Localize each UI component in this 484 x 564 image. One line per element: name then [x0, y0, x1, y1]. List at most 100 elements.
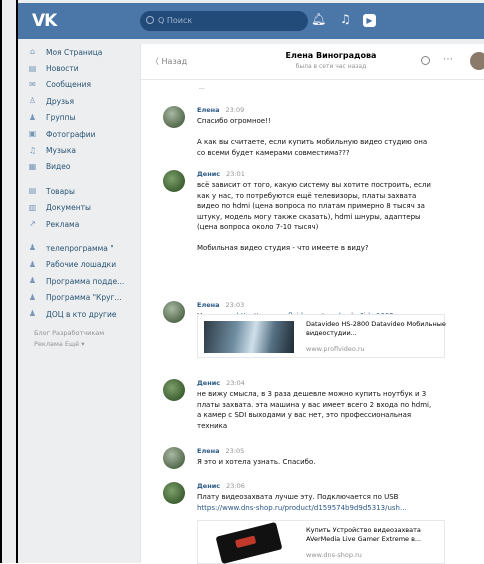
sidebar-item[interactable]: ▦ Видео [28, 159, 153, 175]
message-meta: Денис 23:01 [197, 170, 245, 178]
sidebar-item-label: Документы [46, 203, 91, 213]
avatar[interactable] [163, 106, 185, 128]
previous-message-snippet: ... [199, 84, 205, 91]
search-icon[interactable] [421, 56, 430, 65]
message-time: 23:04 [226, 379, 245, 387]
preview-image[interactable] [204, 321, 294, 353]
message-text: Я это и хотела узнать. Спасибо. [197, 457, 481, 468]
sidebar-item[interactable]: ✉ Сообщения [28, 77, 153, 93]
sidebar-item-label: Программа "Круг... [46, 293, 122, 303]
sidebar-item-label: Музыка [46, 146, 76, 156]
footer-links[interactable]: Блог Разработчикам [34, 328, 153, 339]
message-line: как у нас, то потребуются ещё телевизоры… [197, 191, 417, 200]
sidebar-item-icon: ♫ [28, 145, 37, 155]
sidebar-item[interactable]: ♟ Рабочие лошадки [28, 257, 153, 273]
sidebar-item[interactable]: ▤ Новости [28, 60, 153, 76]
bell-icon[interactable]: 🔔︎ [311, 12, 326, 26]
sidebar-item[interactable]: ♙ Друзья [28, 93, 153, 109]
footer-links[interactable]: Реклама Ещё ▾ [34, 339, 153, 350]
preview-title[interactable]: Datavideo HS-2800 Datavideo Мобильные ви… [306, 320, 446, 338]
sidebar-item[interactable]: ♟ Программа подде... [28, 273, 153, 289]
sidebar-item-label: Видео [46, 162, 71, 172]
search-input[interactable]: Q Поиск [140, 11, 308, 31]
sidebar-item-icon: ♙ [28, 96, 37, 106]
sidebar-item[interactable]: ▤ Товары [28, 183, 153, 199]
message-line: А как вы считаете, если купить мобильную… [197, 138, 428, 146]
message-author[interactable]: Денис [197, 170, 220, 178]
sidebar-footer[interactable]: Блог Разработчикам Реклама Ещё ▾ [28, 328, 153, 350]
avatar[interactable] [163, 170, 185, 192]
sidebar-item-label: Друзья [46, 96, 74, 106]
sidebar-item-label: Сообщения [46, 80, 92, 90]
sidebar-item-icon: ♟ [28, 112, 37, 122]
message-text: Плату видеозахвата лучше эту. Подключает… [197, 492, 481, 513]
preview-image[interactable] [204, 521, 294, 564]
sidebar-item-icon: ♟ [28, 309, 37, 319]
message-line: Я это и хотела узнать. Спасибо. [197, 458, 316, 466]
link-preview-card[interactable]: Datavideo HS-2800 Datavideo Мобильные ви… [197, 314, 446, 358]
sidebar-item-label: Моя Страница [46, 47, 103, 57]
message-meta: Елена 23:09 [197, 106, 244, 114]
chat-panel: 〈 Назад Елена Виноградова была в сети ча… [140, 44, 484, 564]
message-line: не вижу смысла, в 3 раза дешевле можно к… [197, 390, 427, 398]
message-line: всё зависит от того, какую систему вы хо… [197, 181, 431, 189]
avatar[interactable] [163, 447, 185, 469]
avatar[interactable] [163, 482, 185, 504]
message-meta: Елена 23:05 [197, 447, 244, 455]
more-icon[interactable]: ⋯ [443, 54, 453, 65]
message-author[interactable]: Елена [197, 106, 220, 114]
sidebar-item[interactable]: ♟ Группы [28, 110, 153, 126]
message-time: 23:03 [225, 301, 245, 309]
sidebar-item-icon: ✉ [29, 79, 36, 89]
avatar[interactable] [163, 379, 185, 401]
message-line: Спасибо огромное!! [197, 117, 271, 125]
device-logo-mark [234, 535, 257, 549]
message-link[interactable]: https://www.dns-shop.ru/product/d159574b… [197, 503, 481, 514]
message-time: 23:09 [225, 106, 245, 114]
avatar[interactable] [163, 301, 185, 323]
sidebar-item-label: Рабочие лошадки [46, 260, 117, 270]
message-time: 23:01 [226, 170, 245, 178]
sidebar-item-icon: ⌂ [29, 47, 36, 57]
frame-border-left [0, 0, 2, 563]
preview-host: www.proflvideo.ru [306, 345, 365, 353]
chat-title[interactable]: Елена Виноградова [261, 51, 401, 60]
music-icon[interactable]: ♫ [340, 12, 351, 26]
sidebar-item[interactable]: ⌂ Моя Страница [28, 44, 153, 60]
sidebar-item-icon: ▥ [28, 202, 37, 212]
message-text: не вижу смысла, в 3 раза дешевле можно к… [197, 389, 481, 431]
vk-window: VK Q Поиск 🔔︎ ♫ ▶ ⌂ Моя Страница ▤ Новости ✉… [0, 0, 484, 564]
frame-border-inner [16, 0, 18, 563]
vk-logo[interactable]: VK [32, 11, 57, 31]
message-line: видео по hdmi (цена вопроса по платам пр… [197, 202, 425, 210]
avatar[interactable] [470, 52, 484, 70]
sidebar-item[interactable]: ♟ ДОЦ в кто другие [28, 306, 153, 322]
message-line: Мобильная видео студия - что имеете в ви… [197, 244, 369, 252]
sidebar-item-icon: ▦ [28, 161, 37, 171]
message-line: со всеми будет камерами совместима??? [197, 148, 350, 157]
sidebar-item[interactable]: ♟ Программа "Круг... [28, 289, 153, 305]
message-author[interactable]: Денис [197, 379, 220, 387]
sidebar-item[interactable]: ♫ Музыка [28, 142, 153, 158]
sidebar-item-label: Группы [46, 113, 76, 123]
preview-title[interactable]: Купить Устройство видеозахвата AVerMedia… [306, 526, 446, 544]
sidebar-item-icon: ♟ [28, 259, 37, 269]
back-button[interactable]: 〈 Назад [151, 56, 187, 67]
message-author[interactable]: Елена [197, 301, 220, 309]
sidebar-item[interactable]: ↗ Реклама [28, 216, 153, 232]
message-time: 23:06 [226, 482, 245, 490]
message-author[interactable]: Денис [197, 482, 220, 490]
sidebar-item[interactable]: ▣ Фотографии [28, 126, 153, 142]
message-author[interactable]: Елена [197, 447, 220, 455]
message-text: Спасибо огромное!! А как вы считаете, ес… [197, 116, 481, 158]
chat-header: 〈 Назад Елена Виноградова была в сети ча… [141, 44, 484, 80]
sidebar-item[interactable]: ♟ телепрограмма " [28, 240, 153, 256]
sidebar-item[interactable]: ▥ Документы [28, 200, 153, 216]
sidebar-item-label: Программа подде... [46, 276, 125, 286]
capture-device-image [215, 521, 283, 564]
sidebar-item-icon: ♟ [28, 292, 37, 302]
preview-host: www.dns-shop.ru [306, 551, 362, 559]
play-icon[interactable]: ▶ [363, 14, 376, 27]
link-preview-card[interactable]: Купить Устройство видеозахвата AVerMedia… [197, 520, 445, 564]
sidebar-item-label: Товары [46, 186, 75, 196]
